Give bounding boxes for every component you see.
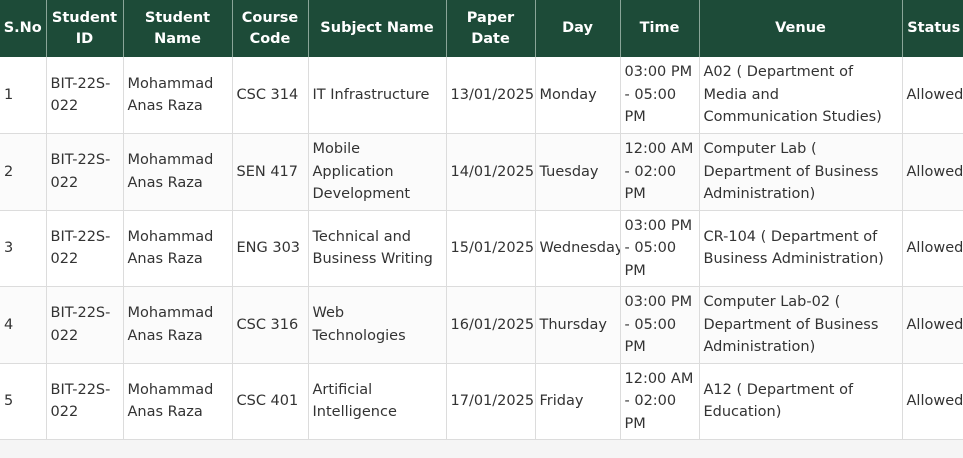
- table-row: 3 BIT-22S-022 Mohammad Anas Raza ENG 303…: [0, 210, 963, 287]
- cell-sno: 3: [0, 210, 47, 287]
- cell-day: Thursday: [535, 286, 621, 364]
- cell-day: Friday: [535, 363, 621, 440]
- cell-paper-date: 15/01/2025: [446, 210, 536, 287]
- cell-student-id: BIT-22S-022: [46, 57, 124, 134]
- cell-venue: A02 ( Department of Media and Communicat…: [699, 57, 903, 134]
- exam-schedule-table: S.No Student ID Student Name Course Code…: [0, 0, 963, 440]
- cell-day: Tuesday: [535, 133, 621, 211]
- header-subject-name: Subject Name: [308, 0, 447, 57]
- cell-student-name: Mohammad Anas Raza: [123, 363, 233, 440]
- table-row: 4 BIT-22S-022 Mohammad Anas Raza CSC 316…: [0, 286, 963, 364]
- cell-student-name: Mohammad Anas Raza: [123, 286, 233, 364]
- cell-time: 03:00 PM - 05:00 PM: [620, 57, 700, 134]
- cell-paper-date: 14/01/2025: [446, 133, 536, 211]
- cell-time: 12:00 AM - 02:00 PM: [620, 133, 700, 211]
- cell-sno: 5: [0, 363, 47, 440]
- header-student-name: Student Name: [123, 0, 233, 57]
- cell-time: 12:00 AM - 02:00 PM: [620, 363, 700, 440]
- cell-subject-name: Technical and Business Writing: [308, 210, 447, 287]
- cell-subject-name: Web Technologies: [308, 286, 447, 364]
- header-paper-date: Paper Date: [446, 0, 536, 57]
- cell-paper-date: 13/01/2025: [446, 57, 536, 134]
- cell-subject-name: IT Infrastructure: [308, 57, 447, 134]
- cell-student-name: Mohammad Anas Raza: [123, 133, 233, 211]
- cell-time: 03:00 PM - 05:00 PM: [620, 210, 700, 287]
- cell-student-id: BIT-22S-022: [46, 133, 124, 211]
- exam-schedule-container: S.No Student ID Student Name Course Code…: [0, 0, 963, 455]
- header-student-id: Student ID: [46, 0, 124, 57]
- cell-course-code: ENG 303: [232, 210, 309, 287]
- cell-subject-name: Artificial Intelligence: [308, 363, 447, 440]
- cell-paper-date: 17/01/2025: [446, 363, 536, 440]
- cell-venue: Computer Lab ( Department of Business Ad…: [699, 133, 903, 211]
- header-course-code: Course Code: [232, 0, 309, 57]
- cell-venue: A12 ( Department of Education): [699, 363, 903, 440]
- cell-paper-date: 16/01/2025: [446, 286, 536, 364]
- cell-sno: 4: [0, 286, 47, 364]
- table-row: 5 BIT-22S-022 Mohammad Anas Raza CSC 401…: [0, 363, 963, 440]
- cell-day: Monday: [535, 57, 621, 134]
- cell-course-code: CSC 314: [232, 57, 309, 134]
- cell-venue: Computer Lab-02 ( Department of Business…: [699, 286, 903, 364]
- table-body: 1 BIT-22S-022 Mohammad Anas Raza CSC 314…: [0, 57, 963, 440]
- table-header: S.No Student ID Student Name Course Code…: [0, 0, 963, 57]
- header-sno: S.No: [0, 0, 47, 57]
- cell-course-code: CSC 401: [232, 363, 309, 440]
- cell-student-id: BIT-22S-022: [46, 363, 124, 440]
- cell-student-name: Mohammad Anas Raza: [123, 57, 233, 134]
- cell-student-id: BIT-22S-022: [46, 210, 124, 287]
- cell-day: Wednesday: [535, 210, 621, 287]
- page-bottom-margin: [0, 440, 963, 455]
- cell-status: Allowed: [902, 57, 963, 134]
- cell-time: 03:00 PM - 05:00 PM: [620, 286, 700, 364]
- header-day: Day: [535, 0, 621, 57]
- cell-status: Allowed: [902, 133, 963, 211]
- cell-status: Allowed: [902, 286, 963, 364]
- cell-course-code: SEN 417: [232, 133, 309, 211]
- cell-student-name: Mohammad Anas Raza: [123, 210, 233, 287]
- cell-venue: CR-104 ( Department of Business Administ…: [699, 210, 903, 287]
- table-row: 1 BIT-22S-022 Mohammad Anas Raza CSC 314…: [0, 57, 963, 134]
- cell-status: Allowed: [902, 363, 963, 440]
- header-venue: Venue: [699, 0, 903, 57]
- header-status: Status: [907, 20, 961, 36]
- cell-sno: 2: [0, 133, 47, 211]
- header-time: Time: [620, 0, 700, 57]
- cell-course-code: CSC 316: [232, 286, 309, 364]
- table-row: 2 BIT-22S-022 Mohammad Anas Raza SEN 417…: [0, 133, 963, 211]
- cell-status: Allowed: [902, 210, 963, 287]
- cell-student-id: BIT-22S-022: [46, 286, 124, 364]
- header-row: S.No Student ID Student Name Course Code…: [0, 0, 963, 57]
- cell-subject-name: Mobile Application Development: [308, 133, 447, 211]
- cell-sno: 1: [0, 57, 47, 134]
